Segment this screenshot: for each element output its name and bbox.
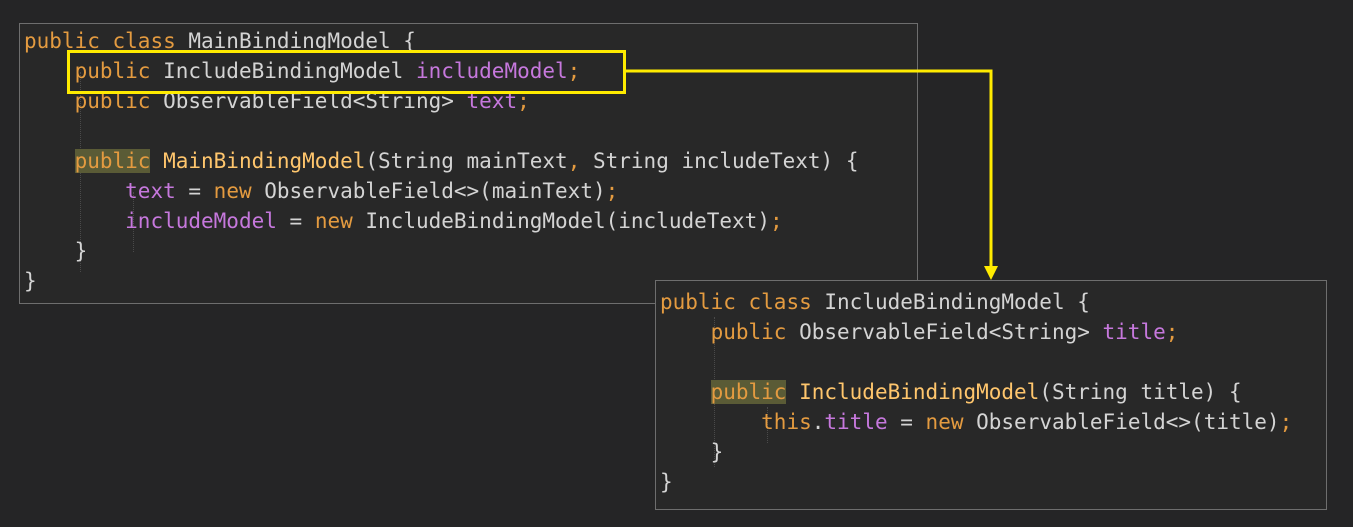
connector-line xyxy=(626,69,993,268)
connector-arrow xyxy=(626,69,998,280)
connector-arrowhead xyxy=(984,266,998,280)
